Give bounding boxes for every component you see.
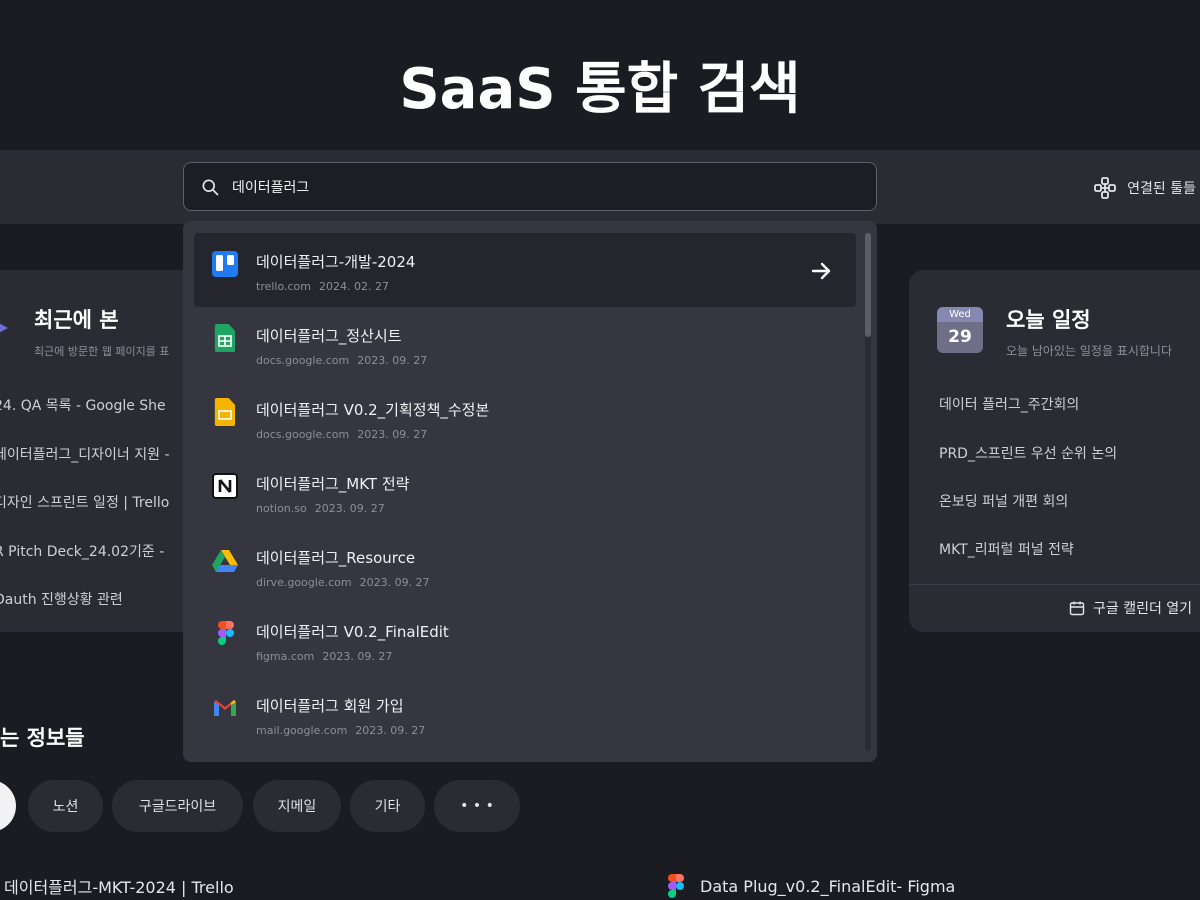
search-result[interactable]: 데이터플러그_Resource dirve.google.com 2023. 09…: [194, 529, 856, 603]
search-result[interactable]: 데이터플러그 V0.2_기획정책_수정본 docs.google.com 2023…: [194, 381, 856, 455]
result-date: 2023. 09. 27: [359, 576, 430, 589]
open-calendar-label: 구글 캘린더 열기: [1093, 601, 1193, 617]
date-badge-day: 29: [948, 327, 972, 347]
result-date: 2023. 09. 27: [357, 354, 428, 367]
search-result[interactable]: 데이터플러그 회원 가입 mail.google.com 2023. 09. 27: [194, 677, 856, 751]
search-result[interactable]: 데이터플러그-개발-2024 trello.com 2024. 02. 27: [194, 233, 856, 307]
schedule-item[interactable]: 온보딩 퍼널 개편 회의: [939, 491, 1068, 511]
search-result[interactable]: 데이터플러그_정산시트 docs.google.com 2023. 09. 27: [194, 307, 856, 381]
result-date: 2023. 09. 27: [322, 650, 393, 663]
result-meta: docs.google.com 2023. 09. 27: [256, 354, 427, 367]
result-title: 데이터플러그 V0.2_FinalEdit: [256, 623, 449, 641]
date-badge-weekday: Wed: [937, 307, 983, 322]
search-bar[interactable]: [183, 162, 877, 211]
filter-chip-google-drive[interactable]: 구글드라이브: [112, 780, 243, 832]
info-item-label: 데이터플러그-MKT-2024 | Trello: [4, 878, 234, 897]
filter-chip-notion[interactable]: 노션: [28, 780, 103, 832]
schedule-item[interactable]: PRD_스프린트 우선 순위 논의: [939, 443, 1117, 463]
result-date: 2024. 02. 27: [319, 280, 389, 293]
recent-subtitle: 최근에 방문한 웹 페이지를 표: [34, 345, 170, 358]
trello-icon: [212, 251, 238, 277]
schedule-subtitle: 오늘 남아있는 일정을 표시합니다: [1006, 344, 1173, 358]
result-domain: docs.google.com: [256, 428, 350, 441]
result-title: 데이터플러그 V0.2_기획정책_수정본: [256, 401, 490, 419]
results-scrollbar[interactable]: [865, 233, 871, 751]
open-google-calendar-button[interactable]: 구글 캘린더 열기: [1069, 598, 1192, 618]
figma-icon: [668, 874, 684, 898]
result-domain: mail.google.com: [256, 724, 348, 737]
result-domain: notion.so: [256, 502, 307, 515]
app-logo-icon: [0, 323, 8, 333]
result-domain: dirve.google.com: [256, 576, 352, 589]
google-slides-icon: [214, 398, 236, 426]
recent-item[interactable]: 24. QA 목록 - Google She: [0, 395, 166, 415]
result-title: 데이터플러그_MKT 전략: [256, 475, 410, 493]
date-badge: Wed 29: [937, 307, 983, 353]
result-title: 데이터플러그-개발-2024: [256, 253, 416, 271]
result-title: 데이터플러그_정산시트: [256, 327, 402, 345]
result-title: 데이터플러그_Resource: [256, 549, 416, 567]
notion-icon: [212, 473, 238, 499]
divider: [909, 584, 1200, 585]
search-icon: [202, 179, 219, 195]
gmail-icon: [214, 700, 236, 716]
schedule-item[interactable]: MKT_리퍼럴 퍼널 전략: [939, 539, 1074, 559]
info-item[interactable]: Data Plug_v0.2_FinalEdit- Figma: [668, 874, 955, 898]
search-result[interactable]: 데이터플러그 V0.2_FinalEdit figma.com 2023. 09.…: [194, 603, 856, 677]
search-result[interactable]: 데이터플러그_MKT 전략 notion.so 2023. 09. 27: [194, 455, 856, 529]
result-domain: figma.com: [256, 650, 315, 663]
more-chips-button[interactable]: • • •: [434, 780, 520, 832]
result-date: 2023. 09. 27: [355, 724, 426, 737]
filter-chip-all[interactable]: [0, 780, 16, 832]
today-schedule-card: Wed 29 오늘 일정 오늘 남아있는 일정을 표시합니다 데이터 플러그_주…: [909, 270, 1200, 632]
search-input[interactable]: [232, 178, 832, 195]
google-drive-icon: [212, 550, 238, 572]
search-results-dropdown: 데이터플러그-개발-2024 trello.com 2024. 02. 27 데이…: [183, 221, 877, 762]
recent-item[interactable]: R Pitch Deck_24.02기준 -: [0, 541, 164, 561]
schedule-title: 오늘 일정: [1006, 308, 1091, 332]
calendar-icon: [1069, 601, 1085, 616]
info-item[interactable]: 데이터플러그-MKT-2024 | Trello: [4, 874, 234, 898]
schedule-item[interactable]: 데이터 플러그_주간회의: [939, 394, 1079, 414]
arrow-right-icon[interactable]: [810, 260, 832, 282]
figma-icon: [218, 621, 234, 645]
recent-item[interactable]: 디자인 스프린트 일정 | Trello: [0, 492, 169, 512]
google-sheets-icon: [214, 324, 236, 352]
integrations-icon: [1094, 177, 1117, 199]
connected-tools-label: 연결된 툴들: [1127, 181, 1196, 197]
result-meta: figma.com 2023. 09. 27: [256, 650, 392, 663]
result-date: 2023. 09. 27: [314, 502, 385, 515]
result-domain: docs.google.com: [256, 354, 350, 367]
result-meta: trello.com 2024. 02. 27: [256, 280, 389, 293]
filter-chip-gmail[interactable]: 지메일: [253, 780, 341, 832]
recent-item[interactable]: 데이터플러그_디자이너 지원 -: [0, 444, 170, 464]
recent-title: 최근에 본: [34, 308, 119, 332]
result-title: 데이터플러그 회원 가입: [256, 697, 404, 715]
result-meta: mail.google.com 2023. 09. 27: [256, 724, 425, 737]
filter-chip-etc[interactable]: 기타: [350, 780, 425, 832]
result-date: 2023. 09. 27: [357, 428, 428, 441]
recent-item[interactable]: Dauth 진행상황 관련: [0, 589, 123, 609]
info-item-label: Data Plug_v0.2_FinalEdit- Figma: [700, 876, 956, 896]
result-meta: notion.so 2023. 09. 27: [256, 502, 385, 515]
page-title: SaaS 통합 검색: [399, 57, 801, 122]
result-meta: docs.google.com 2023. 09. 27: [256, 428, 427, 441]
results-scroll-thumb[interactable]: [865, 233, 871, 337]
connected-tools-button[interactable]: 연결된 툴들: [1093, 176, 1196, 200]
result-domain: trello.com: [256, 280, 311, 293]
result-meta: dirve.google.com 2023. 09. 27: [256, 576, 430, 589]
info-section-title: 는 정보들: [0, 726, 85, 750]
